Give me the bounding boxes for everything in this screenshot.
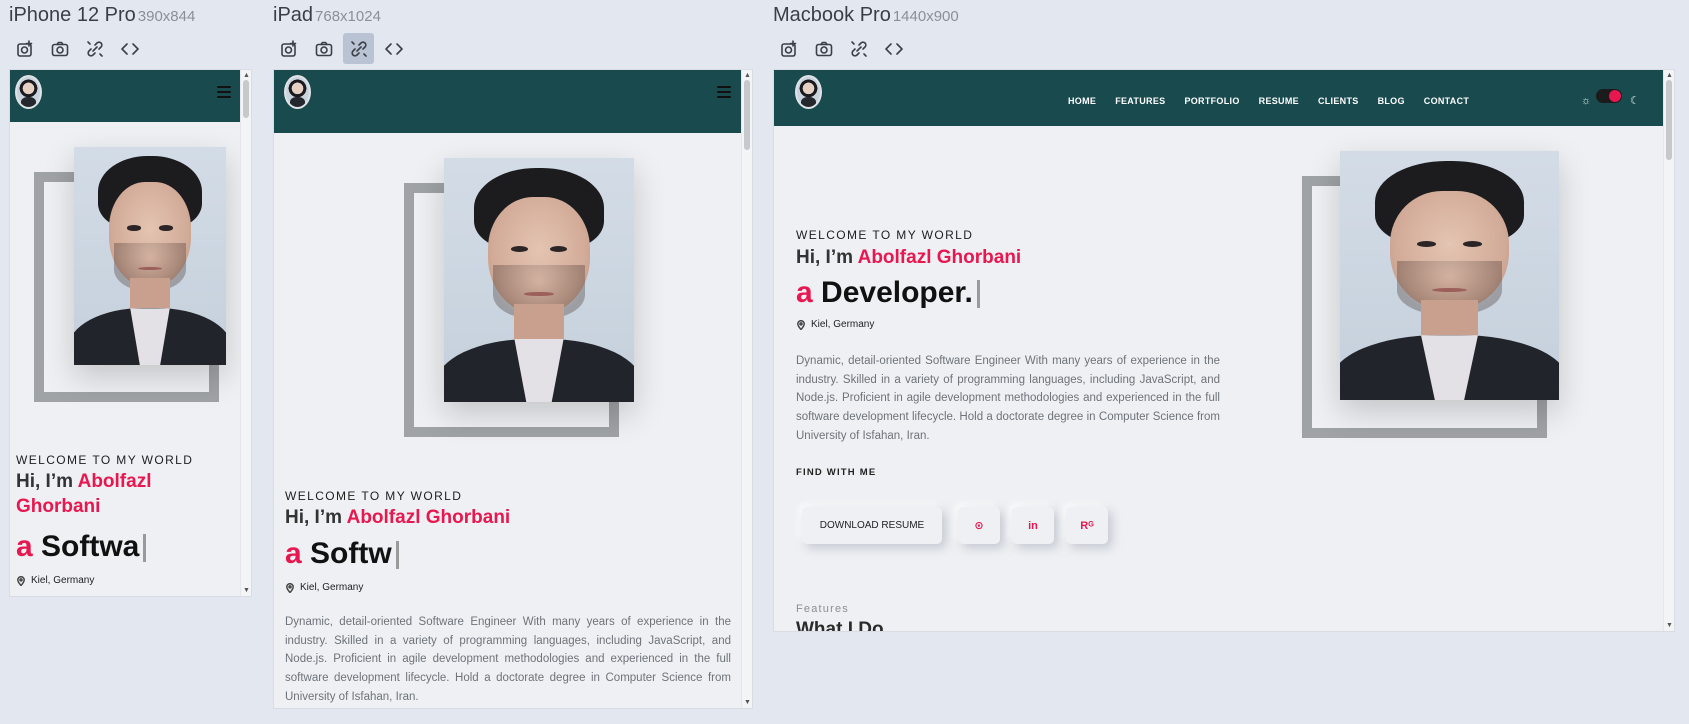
iphone-viewport[interactable]: WELCOME TO MY WORLD Hi, I’m Abolfazl Gho… xyxy=(9,69,252,597)
device-size: 768x1024 xyxy=(315,8,381,25)
hamburger-menu-icon[interactable] xyxy=(717,86,731,98)
code-icon[interactable] xyxy=(378,33,409,64)
hamburger-menu-icon[interactable] xyxy=(217,86,231,98)
greeting-name-line1: Abolfazl xyxy=(77,471,152,492)
role-typewriter: a Softwa xyxy=(16,530,147,564)
nav-portfolio[interactable]: PORTFOLIO xyxy=(1184,96,1239,106)
camera-icon[interactable] xyxy=(44,33,75,64)
typing-cursor xyxy=(395,541,399,570)
location-pin-icon xyxy=(286,582,294,593)
greeting-heading: Hi, I’m Abolfazl Ghorbani xyxy=(285,506,510,531)
welcome-text: WELCOME TO MY WORLD xyxy=(285,489,463,503)
role-text: Developer. xyxy=(821,276,973,309)
welcome-text: WELCOME TO MY WORLD xyxy=(796,228,974,242)
location-pin-icon xyxy=(797,319,805,330)
linkedin-icon[interactable]: in xyxy=(1012,507,1054,544)
macbook-viewport[interactable]: HOME FEATURES PORTFOLIO RESUME CLIENTS B… xyxy=(773,69,1675,632)
welcome-text: WELCOME TO MY WORLD xyxy=(16,453,194,467)
device-toolbar xyxy=(9,33,145,64)
site-navbar xyxy=(10,70,242,122)
camera-icon[interactable] xyxy=(308,33,339,64)
avatar[interactable] xyxy=(284,75,311,109)
device-toolbar xyxy=(773,33,909,64)
profile-photo xyxy=(74,147,226,365)
greeting-prefix: Hi, I’m xyxy=(285,507,347,528)
device-size: 1440x900 xyxy=(892,8,959,25)
sun-icon: ☼ xyxy=(1581,95,1592,107)
link-sync-icon[interactable] xyxy=(79,33,110,64)
role-prefix: a xyxy=(796,276,822,309)
location: Kiel, Germany xyxy=(796,319,874,330)
role-prefix: a xyxy=(285,537,311,570)
device-name: iPad xyxy=(273,4,314,26)
device-header: Macbook Pro 1440x900 xyxy=(773,4,959,27)
main-menu: HOME FEATURES PORTFOLIO RESUME CLIENTS B… xyxy=(1068,96,1469,106)
location-text: Kiel, Germany xyxy=(31,575,95,586)
greeting-name-line2: Ghorbani xyxy=(16,495,101,517)
bio-paragraph: Dynamic, detail-oriented Software Engine… xyxy=(796,355,1220,442)
location-text: Kiel, Germany xyxy=(300,582,364,593)
greeting-heading: Hi, I’m Abolfazl Ghorbani xyxy=(16,470,151,519)
site-navbar xyxy=(274,70,743,133)
features-section-label: Features xyxy=(796,603,850,615)
nav-resume[interactable]: RESUME xyxy=(1259,96,1299,106)
device-name: Macbook Pro xyxy=(773,4,891,26)
nav-blog[interactable]: BLOG xyxy=(1378,96,1405,106)
code-icon[interactable] xyxy=(114,33,145,64)
camera-icon[interactable] xyxy=(808,33,839,64)
link-sync-icon[interactable] xyxy=(843,33,874,64)
role-typewriter: a Developer. xyxy=(796,276,980,310)
link-sync-icon[interactable] xyxy=(343,33,374,64)
theme-toggle[interactable] xyxy=(1596,89,1622,103)
scrollbar[interactable]: ▲ ▼ xyxy=(741,70,752,708)
github-icon[interactable]: ⊙ xyxy=(958,507,1000,544)
find-with-me-label: FIND WITH ME xyxy=(796,467,877,478)
moon-icon: ☾ xyxy=(1630,95,1640,107)
download-resume-button[interactable]: DOWNLOAD RESUME xyxy=(802,507,942,544)
role-text: Softw xyxy=(310,537,392,570)
nav-clients[interactable]: CLIENTS xyxy=(1318,96,1359,106)
nav-features[interactable]: FEATURES xyxy=(1115,96,1165,106)
greeting-prefix: Hi, I’m xyxy=(796,247,858,268)
profile-photo xyxy=(444,158,634,402)
location: Kiel, Germany xyxy=(16,575,94,586)
greeting-prefix: Hi, I’m xyxy=(16,471,78,492)
nav-contact[interactable]: CONTACT xyxy=(1424,96,1469,106)
features-section-title: What I Do xyxy=(796,619,884,632)
profile-photo xyxy=(1340,151,1559,400)
greeting-heading: Hi, I’m Abolfazl Ghorbani xyxy=(796,246,1021,271)
avatar[interactable] xyxy=(15,75,42,109)
typing-cursor xyxy=(143,534,147,563)
greeting-name: Abolfazl Ghorbani xyxy=(346,507,511,528)
device-size: 390x844 xyxy=(137,8,196,25)
site-navbar: HOME FEATURES PORTFOLIO RESUME CLIENTS B… xyxy=(774,70,1664,126)
screenshot-page-icon[interactable] xyxy=(9,33,40,64)
device-name: iPhone 12 Pro xyxy=(9,4,136,26)
ipad-viewport[interactable]: WELCOME TO MY WORLD Hi, I’m Abolfazl Gho… xyxy=(273,69,753,709)
screenshot-page-icon[interactable] xyxy=(773,33,804,64)
location-text: Kiel, Germany xyxy=(811,319,875,330)
researchgate-icon[interactable]: Rᴳ xyxy=(1066,507,1108,544)
greeting-name: Abolfazl Ghorbani xyxy=(857,247,1022,268)
screenshot-page-icon[interactable] xyxy=(273,33,304,64)
scrollbar[interactable]: ▲ ▼ xyxy=(240,70,251,596)
role-prefix: a xyxy=(16,530,42,563)
scrollbar[interactable]: ▲ ▼ xyxy=(1663,70,1674,631)
device-header: iPad 768x1024 xyxy=(273,4,381,27)
avatar[interactable] xyxy=(795,75,822,109)
role-typewriter: a Softw xyxy=(285,537,399,571)
device-header: iPhone 12 Pro 390x844 xyxy=(9,4,195,27)
device-toolbar xyxy=(273,33,409,64)
code-icon[interactable] xyxy=(878,33,909,64)
nav-home[interactable]: HOME xyxy=(1068,96,1096,106)
bio-paragraph: Dynamic, detail-oriented Software Engine… xyxy=(285,616,731,703)
role-text: Softwa xyxy=(41,530,140,563)
location: Kiel, Germany xyxy=(285,582,363,593)
typing-cursor xyxy=(976,280,980,309)
location-pin-icon xyxy=(17,575,25,586)
